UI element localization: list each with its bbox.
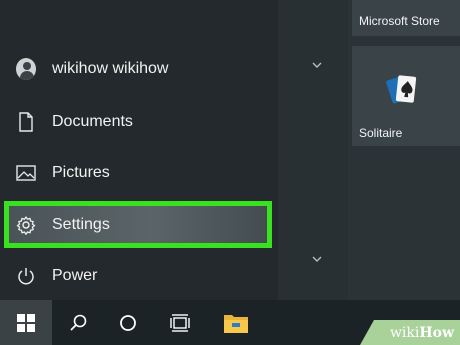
solitaire-tile[interactable]: Solitaire: [352, 46, 460, 146]
watermark-how: How: [419, 324, 454, 341]
cortana-icon: [120, 314, 136, 331]
pictures-icon: [16, 163, 36, 183]
watermark-wiki: wiki: [389, 324, 420, 341]
documents-button[interactable]: Documents: [0, 100, 278, 144]
microsoft-store-tile[interactable]: Microsoft Store: [352, 0, 460, 36]
file-explorer-icon: [224, 314, 248, 333]
start-button[interactable]: [0, 300, 52, 345]
task-view-button[interactable]: [156, 300, 204, 345]
documents-label: Documents: [52, 113, 133, 130]
search-button[interactable]: [54, 300, 102, 345]
user-name-label: wikihow wikihow: [52, 60, 169, 77]
document-icon: [16, 112, 36, 132]
user-avatar-icon: [16, 58, 36, 80]
gear-icon: [16, 215, 36, 235]
settings-label: Settings: [52, 216, 110, 233]
chevron-down-icon[interactable]: [311, 60, 323, 70]
microsoft-store-label: Microsoft Store: [359, 14, 440, 28]
solitaire-label: Solitaire: [359, 126, 403, 140]
file-explorer-button[interactable]: [210, 300, 262, 345]
chevron-down-icon[interactable]: [311, 254, 323, 264]
cortana-button[interactable]: [104, 300, 152, 345]
user-account-button[interactable]: wikihow wikihow: [0, 47, 278, 91]
avatar: [16, 58, 36, 80]
task-view-icon: [170, 313, 190, 332]
start-menu: wikihow wikihow Documents Pictures Setti…: [0, 0, 460, 300]
power-icon: [16, 266, 36, 286]
power-button[interactable]: Power: [0, 254, 278, 298]
settings-button[interactable]: Settings: [0, 203, 278, 247]
windows-logo-icon: [17, 313, 35, 332]
tiles-pane: [348, 0, 460, 300]
power-label: Power: [52, 267, 98, 284]
playing-cards-icon: [386, 75, 417, 104]
pictures-button[interactable]: Pictures: [0, 151, 278, 195]
wikihow-watermark: wiki How: [360, 320, 460, 345]
search-icon: [70, 314, 87, 331]
pictures-label: Pictures: [52, 164, 110, 181]
